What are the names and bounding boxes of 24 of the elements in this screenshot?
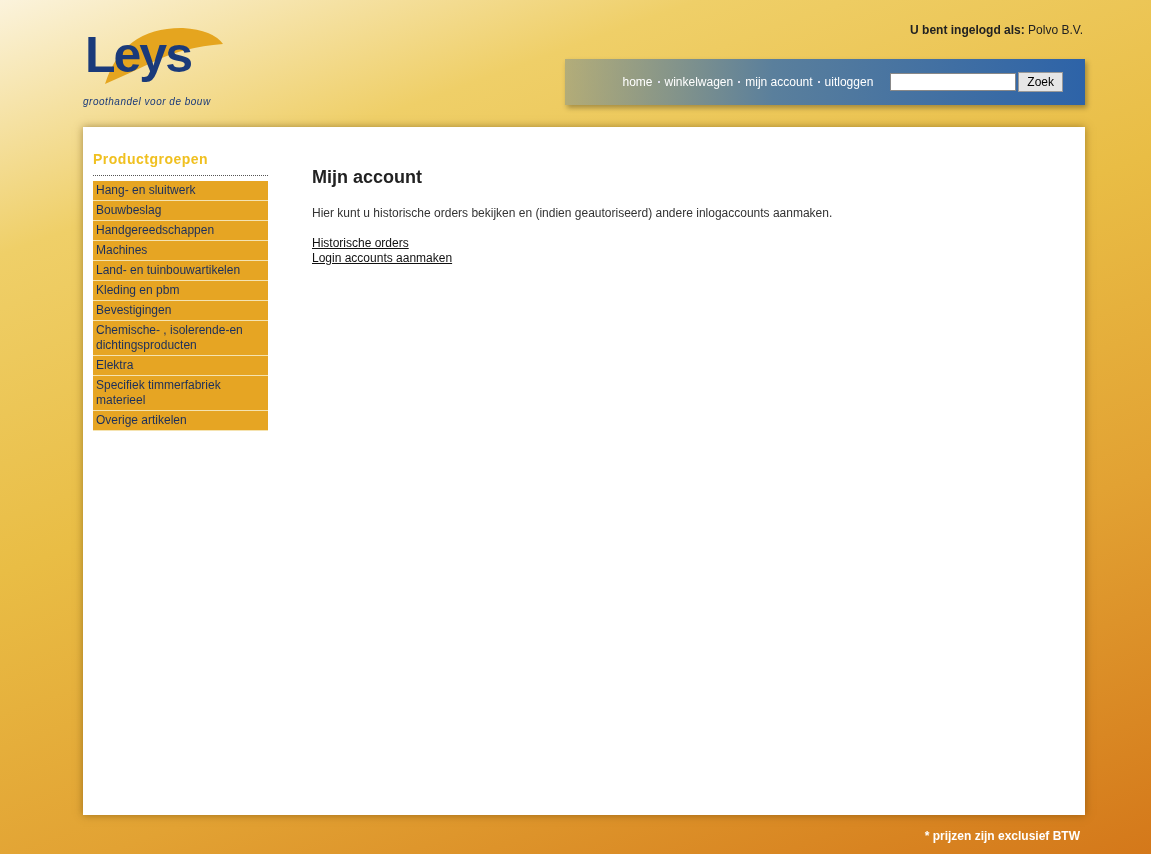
category-link[interactable]: Bevestigingen — [93, 301, 268, 321]
page-title: Mijn account — [312, 167, 423, 188]
category-link[interactable]: Chemische- , isolerende-en dichtingsproducten — [93, 321, 268, 356]
category-link[interactable]: Handgereedschappen — [93, 221, 268, 241]
search-field[interactable] — [890, 73, 1017, 91]
category-link[interactable]: Elektra — [93, 356, 268, 376]
category-link[interactable]: Machines — [93, 241, 268, 261]
account-link[interactable]: Historische orders — [312, 236, 409, 251]
category-link[interactable]: Bouwbeslag — [93, 201, 268, 221]
price-note: * prijzen zijn exclusief BTW — [924, 829, 1080, 843]
logo-tagline: groothandel voor de bouw — [83, 96, 212, 107]
category-link[interactable]: Specifiek timmerfabriek materieel — [93, 376, 268, 411]
category-link[interactable]: Kleding en pbm — [93, 281, 268, 301]
category-link[interactable]: Hang- en sluitwerk — [93, 181, 268, 201]
category-link[interactable]: Overige artikelen — [93, 411, 268, 431]
search-button[interactable]: Zoek — [1018, 72, 1063, 92]
intro-text: Hier kunt u historische orders bekijken en (indien geautoriseerd) andere inlogaccounts aanmaken. — [312, 206, 834, 220]
login-status: U bent ingelogd als: Polvo B.V. — [910, 23, 1083, 37]
category-link[interactable]: Land- en tuinbouwartikelen — [93, 261, 268, 281]
nav-link[interactable]: uitloggen — [824, 75, 874, 89]
nav-link[interactable]: mijn account — [745, 75, 813, 89]
nav-link[interactable]: winkelwagen — [664, 75, 734, 89]
sidebar-title: Productgroepen — [93, 151, 268, 176]
account-link[interactable]: Login accounts aanmaken — [312, 251, 453, 266]
